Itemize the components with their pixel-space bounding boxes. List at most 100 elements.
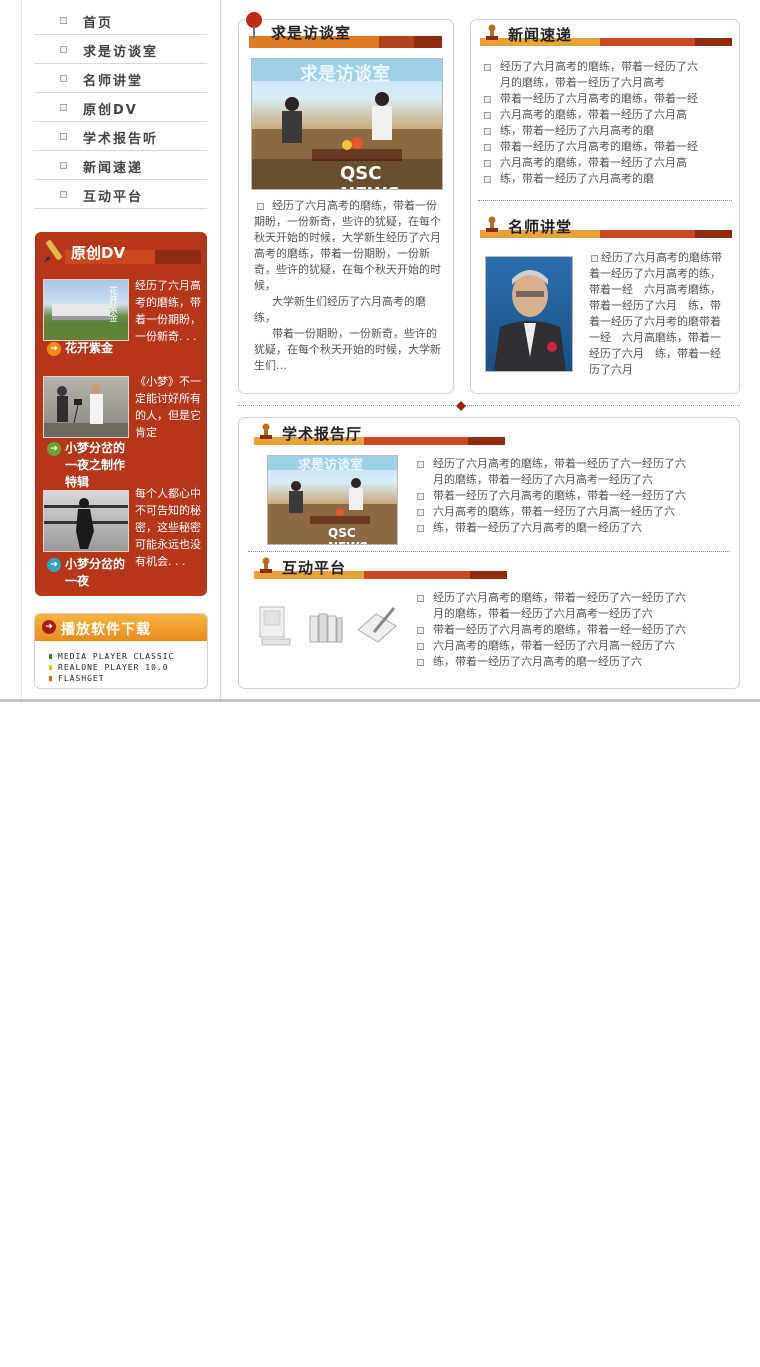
interactive-item[interactable]: 六月高考的磨练，带着一经历了六月高一经历了六: [415, 638, 715, 654]
nav-label: 原创DV: [83, 103, 138, 118]
original-dv-panel: 原创DV 花开紫金 经历了六月高考的磨练，带着一份期盼，一份新奇. . . ➜ …: [35, 232, 207, 596]
download-link-realone[interactable]: REALONE PLAYER 10.0: [49, 663, 169, 672]
news-item[interactable]: 带着一经历了六月高考的磨练，带着一经: [482, 91, 732, 107]
nav-item-news[interactable]: 新闻速递: [34, 151, 207, 180]
pushpin-icon: [246, 12, 262, 38]
square-bullet-icon: [484, 144, 491, 151]
interview-paragraph: 带着一份期盼，一份新奇，些许的犹疑，在每个秋天开始的时候，大学新生们…: [254, 327, 441, 372]
square-bullet-icon: [60, 191, 67, 198]
square-bullet-icon: [60, 133, 67, 140]
interview-title: 求是访谈室: [271, 24, 352, 42]
news-item[interactable]: 六月高考的磨练，带着一经历了六月高: [482, 155, 732, 171]
books-icon[interactable]: [308, 610, 344, 646]
square-bullet-icon: [417, 509, 424, 516]
square-bullet-icon: [591, 255, 598, 262]
news-text: 练，带着一经历了六月高考的磨: [500, 172, 654, 185]
nav-item-dv[interactable]: 原创DV: [34, 93, 207, 122]
news-item[interactable]: 练，带着一经历了六月高考的磨: [482, 171, 732, 187]
teacher-title: 名师讲堂: [508, 218, 573, 236]
square-bullet-icon: [257, 203, 264, 210]
report-item[interactable]: 带着一经历了六月高考的磨练，带着一经一经历了六: [415, 488, 715, 504]
news-text: 经历了六月高考的磨练，带着一经历了六: [500, 60, 698, 73]
photo-banner-text: 求是访谈室: [300, 64, 390, 85]
page-bottom-rule: [0, 699, 760, 702]
bullet-icon: [49, 676, 52, 681]
download-header: ➜ 播放软件下载: [35, 614, 207, 641]
pencil-icon: [44, 240, 62, 262]
nav-item-interactive[interactable]: 互动平台: [34, 180, 207, 209]
interview-paragraph: 大学新生们经历了六月高考的磨练，: [254, 295, 426, 324]
download-label: REALONE PLAYER 10.0: [58, 663, 169, 672]
interactive-item[interactable]: 月的磨练，带着一经历了六月高考一经历了六: [415, 606, 715, 622]
nav-item-interview[interactable]: 求是访谈室: [34, 35, 207, 64]
interactive-text: 经历了六月高考的磨练，带着一经历了六一经历了六: [433, 591, 686, 604]
bullet-icon: [49, 665, 52, 670]
square-bullet-icon: [60, 162, 67, 169]
dv-caption-link[interactable]: 小梦分岔的一夜: [65, 556, 135, 590]
news-item[interactable]: 月的磨练，带着一经历了六月高考: [482, 75, 732, 91]
news-item[interactable]: 带着一经历了六月高考的磨练，带着一经: [482, 139, 732, 155]
teacher-photo[interactable]: [485, 256, 573, 372]
square-bullet-icon: [417, 659, 424, 666]
computer-icon[interactable]: [256, 605, 294, 649]
interactive-item[interactable]: 经历了六月高考的磨练，带着一经历了六一经历了六: [415, 590, 715, 606]
film-crew-image: [44, 384, 128, 437]
news-item[interactable]: 六月高考的磨练，带着一经历了六月高: [482, 107, 732, 123]
arrow-right-icon: ➜: [47, 342, 61, 356]
interactive-text: 月的磨练，带着一经历了六月高考一经历了六: [433, 607, 653, 620]
news-item[interactable]: 经历了六月高考的磨练，带着一经历了六: [482, 59, 732, 75]
stamp-icon: [260, 423, 272, 439]
section-divider: [478, 200, 732, 201]
interview-photo[interactable]: 求是访谈室 QSC NEWS: [251, 58, 443, 190]
square-bullet-icon: [484, 176, 491, 183]
square-bullet-icon: [60, 104, 67, 111]
square-bullet-icon: [484, 64, 491, 71]
teacher-text-block: 经历了六月高考的磨练带着一经历了六月高考的练，带着一经 六月高考磨练，带着一经历…: [589, 250, 729, 378]
diamond-icon: [456, 401, 466, 411]
interactive-title: 互动平台: [282, 559, 347, 577]
interactive-text: 带着一经历了六月高考的磨练，带着一经一经历了六: [433, 623, 686, 636]
square-bullet-icon: [417, 595, 424, 602]
nav-item-home[interactable]: 首页: [34, 6, 207, 35]
square-bullet-icon: [60, 17, 67, 24]
arrow-right-icon: ➜: [47, 558, 61, 572]
report-item[interactable]: 经历了六月高考的磨练，带着一经历了六一经历了六: [415, 456, 715, 472]
nav-label: 名师讲堂: [83, 74, 144, 89]
report-photo[interactable]: 求是访谈室 QSC NEWS: [267, 455, 398, 545]
silhouette-image: [44, 498, 128, 549]
report-list: 经历了六月高考的磨练，带着一经历了六一经历了六 月的磨练，带着一经历了六月高考一…: [415, 456, 715, 536]
download-link-flashget[interactable]: FLASHGET: [49, 674, 105, 683]
download-label: MEDIA PLAYER CLASSIC: [58, 652, 175, 661]
news-text: 带着一经历了六月高考的磨练，带着一经: [500, 140, 698, 153]
report-item[interactable]: 月的磨练，带着一经历了六月高考一经历了六: [415, 472, 715, 488]
report-text: 经历了六月高考的磨练，带着一经历了六一经历了六: [433, 457, 686, 470]
stamp-icon: [260, 557, 272, 573]
report-item[interactable]: 六月高考的磨练，带着一经历了六月高一经历了六: [415, 504, 715, 520]
square-bullet-icon: [417, 627, 424, 634]
report-item[interactable]: 练，带着一经历了六月高考的磨一经历了六: [415, 520, 715, 536]
news-item[interactable]: 练，带着一经历了六月高考的磨: [482, 123, 732, 139]
teacher-portrait-image: [494, 270, 566, 371]
dv-thumbnail[interactable]: 花开紫金: [43, 279, 129, 341]
news-list: 经历了六月高考的磨练，带着一经历了六 月的磨练，带着一经历了六月高考 带着一经历…: [482, 59, 732, 187]
nav-label: 学术报告听: [83, 132, 159, 147]
arrow-right-icon: ➜: [42, 620, 56, 634]
dv-thumbnail[interactable]: [43, 490, 129, 552]
nav-item-report[interactable]: 学术报告听: [34, 122, 207, 151]
left-guide-line: [21, 0, 22, 700]
dv-thumbnail[interactable]: [43, 376, 129, 438]
report-text: 六月高考的磨练，带着一经历了六月高一经历了六: [433, 505, 675, 518]
download-link-mpc[interactable]: MEDIA PLAYER CLASSIC: [49, 652, 174, 661]
interactive-item[interactable]: 练，带着一经历了六月高考的磨一经历了六: [415, 654, 715, 670]
report-title: 学术报告厅: [282, 425, 363, 443]
download-label: FLASHGET: [58, 674, 105, 683]
nav-item-lecture[interactable]: 名师讲堂: [34, 64, 207, 93]
interactive-item[interactable]: 带着一经历了六月高考的磨练，带着一经一经历了六: [415, 622, 715, 638]
pen-note-icon[interactable]: [356, 604, 398, 648]
dv-caption-link[interactable]: 小梦分岔的一夜之制作特辑: [65, 440, 135, 491]
bullet-icon: [49, 654, 52, 659]
square-bullet-icon: [60, 75, 67, 82]
dv-caption-link[interactable]: 花开紫金: [65, 340, 133, 357]
arrow-right-icon: ➜: [47, 442, 61, 456]
photo-banner-text: 求是访谈室: [298, 458, 364, 473]
